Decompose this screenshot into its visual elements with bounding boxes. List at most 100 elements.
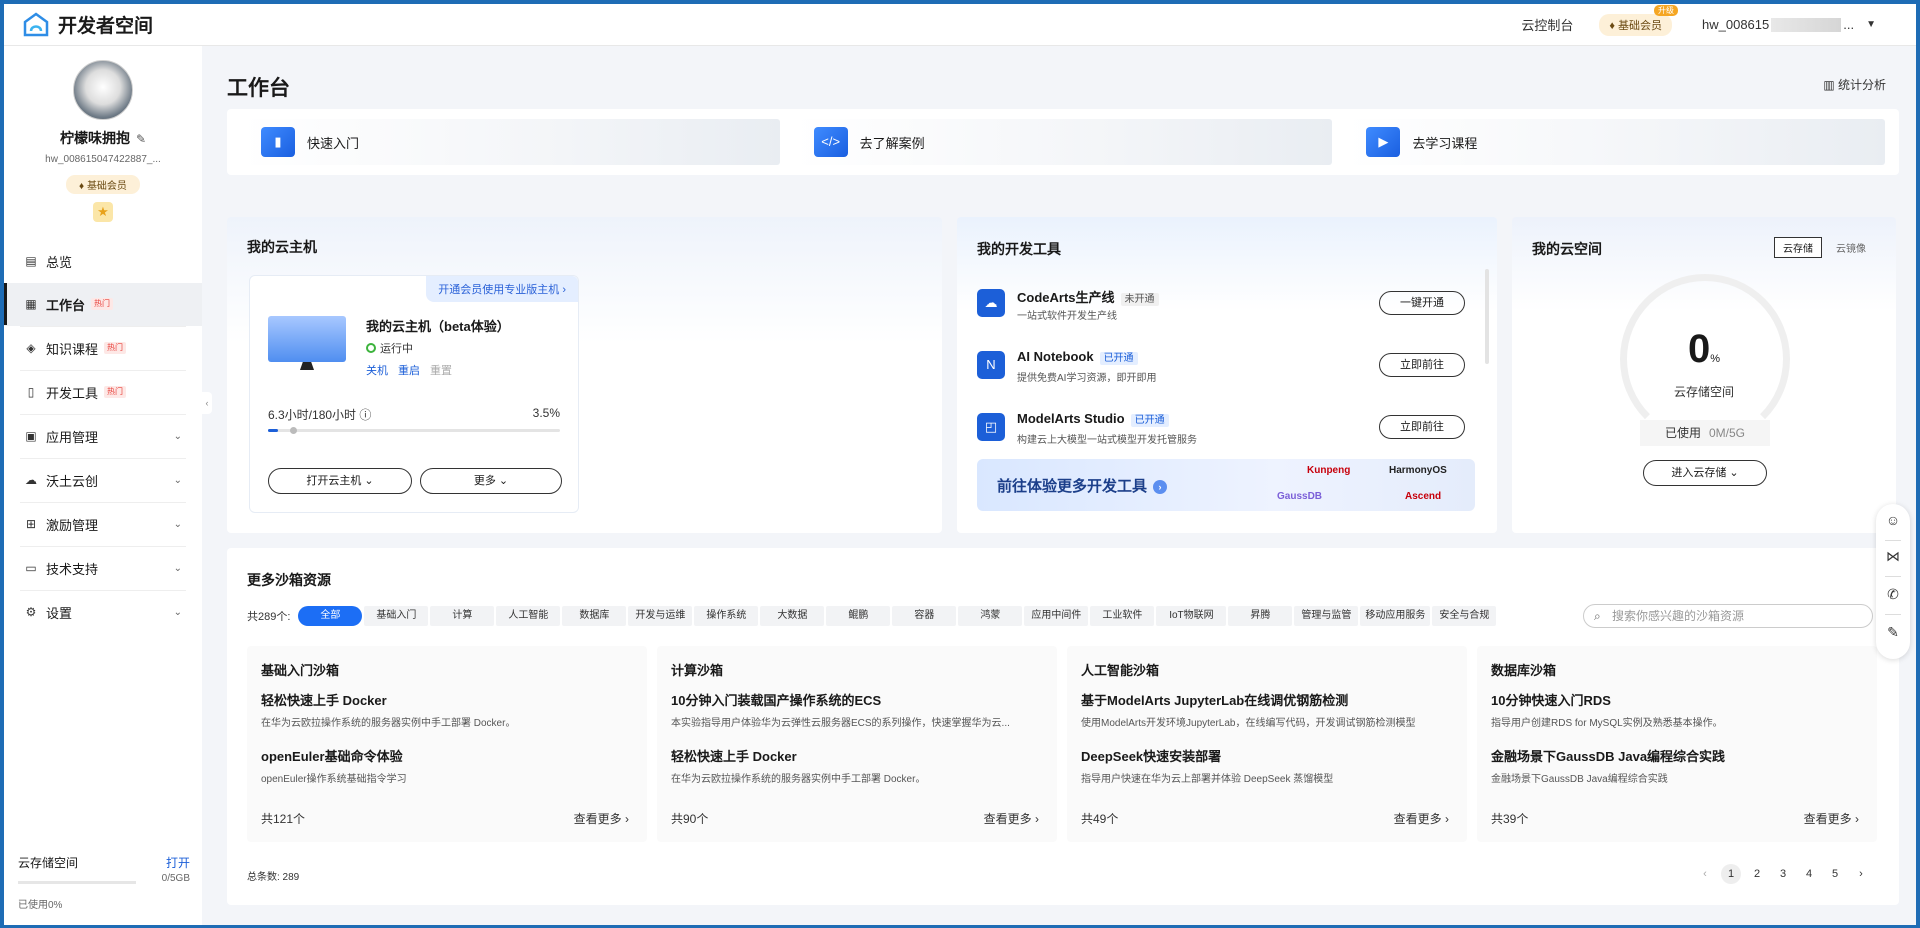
view-more-link[interactable]: 查看更多 › [1804, 810, 1859, 827]
codearts-icon: ☁ [977, 289, 1005, 317]
sandbox-item-link[interactable]: 10分钟入门装载国产操作系统的ECS [671, 690, 881, 709]
gauge-value: 0% [1512, 327, 1896, 372]
prev-page-icon[interactable]: ‹ [1695, 864, 1715, 884]
filter-chip[interactable]: 容器 [892, 606, 957, 626]
view-more-link[interactable]: 查看更多 › [984, 810, 1039, 827]
vm-usage-fill [268, 429, 279, 432]
sidebar-item-incentives[interactable]: ⊞ 激励管理 ⌄ [4, 503, 202, 546]
chevron-down-icon[interactable]: ▼ [1866, 19, 1876, 30]
enter-storage-button[interactable]: 进入云存储 ⌄ [1643, 460, 1767, 486]
nickname-text: 柠檬味拥抱 [59, 130, 130, 146]
notebook-icon: N [977, 351, 1005, 379]
tab-cloud-image[interactable]: 云镜像 [1836, 240, 1866, 255]
sidebar-item-overview[interactable]: ▤ 总览 [4, 240, 202, 283]
star-medal-icon[interactable]: ★ [93, 202, 113, 222]
help-icon[interactable]: ⓘ [359, 408, 371, 422]
filter-chip[interactable]: 昇腾 [1228, 606, 1293, 626]
page-number[interactable]: 3 [1773, 864, 1793, 884]
vm-more-button[interactable]: 更多 ⌄ [420, 468, 562, 494]
filter-chip[interactable]: 数据库 [562, 606, 627, 626]
sidebar-collapse-handle[interactable]: ‹ [202, 392, 212, 414]
gauge-number: 0 [1687, 327, 1711, 371]
sandbox-item-link[interactable]: DeepSeek快速安装部署 [1081, 746, 1221, 765]
hot-badge: 热门 [91, 298, 114, 310]
activate-button[interactable]: 一键开通 [1379, 291, 1465, 315]
sandbox-search-input[interactable]: ⌕ 搜索你感兴趣的沙箱资源 [1583, 604, 1873, 628]
tools-icon: ▯ [27, 385, 35, 399]
filter-chip[interactable]: 基础入门 [364, 606, 429, 626]
open-vm-button[interactable]: 打开云主机 ⌄ [268, 468, 412, 494]
sandbox-item-link[interactable]: 基于ModelArts JupyterLab在线调优钢筋检测 [1081, 690, 1348, 709]
filter-chip[interactable]: IoT物联网 [1156, 606, 1227, 626]
stats-link[interactable]: ▥ 统计分析 [1823, 76, 1886, 93]
sidebar-item-wotu[interactable]: ☁ 沃土云创 ⌄ [4, 459, 202, 502]
filter-chip[interactable]: 开发与运维 [628, 606, 693, 626]
page-number[interactable]: 1 [1721, 864, 1741, 884]
quick-link-cases[interactable]: </> 去了解案例 [793, 119, 1333, 165]
quick-link-start[interactable]: ▮ 快速入门 [241, 119, 780, 165]
chevron-down-icon: ⌄ [173, 518, 182, 530]
member-badge[interactable]: ♦ 基础会员 升级 [1599, 4, 1679, 36]
sidebar-item-workbench[interactable]: ▦ 工作台 热门 [4, 283, 202, 326]
sandbox-item-link[interactable]: 轻松快速上手 Docker [261, 690, 387, 709]
console-link[interactable]: 云控制台 [1521, 15, 1573, 34]
filter-chip[interactable]: 操作系统 [694, 606, 759, 626]
filter-chip[interactable]: 全部 [298, 606, 363, 626]
used-storage: 已使用 0M/5G [1640, 420, 1770, 446]
sandbox-item-link[interactable]: 10分钟快速入门RDS [1491, 690, 1611, 709]
go-button[interactable]: 立即前往 [1379, 353, 1465, 377]
sandbox-item-desc: 指导用户创建RDS for MySQL实例及熟悉基本操作。 [1491, 718, 1723, 729]
go-button[interactable]: 立即前往 [1379, 415, 1465, 439]
page-number[interactable]: 2 [1747, 864, 1767, 884]
sidebar-item-support[interactable]: ▭ 技术支持 ⌄ [4, 547, 202, 590]
harmonyos-logo: HarmonyOS [1389, 465, 1447, 476]
vm-restart-link[interactable]: 重启 [398, 365, 420, 377]
filter-chip[interactable]: 人工智能 [496, 606, 561, 626]
user-menu[interactable]: hw_008615... [1702, 17, 1854, 33]
view-more-link[interactable]: 查看更多 › [574, 810, 629, 827]
filter-chip[interactable]: 鲲鹏 [826, 606, 891, 626]
sandbox-category-card: 计算沙箱 10分钟入门装载国产操作系统的ECS 本实验指导用户体验华为云弹性云服务器… [657, 646, 1057, 842]
filter-chip[interactable]: 管理与监管 [1294, 606, 1359, 626]
tool-name: AI Notebook 已开通 [1017, 349, 1138, 365]
sidebar-item-settings[interactable]: ⚙ 设置 ⌄ [4, 591, 202, 634]
filter-chip[interactable]: 安全与合规 [1432, 606, 1497, 626]
page-number[interactable]: 4 [1799, 864, 1819, 884]
sidebar-item-app-management[interactable]: ▣ 应用管理 ⌄ [4, 415, 202, 458]
vm-shutdown-link[interactable]: 关机 [366, 365, 388, 377]
filter-chip[interactable]: 计算 [430, 606, 495, 626]
page-number[interactable]: 5 [1825, 864, 1845, 884]
share-icon[interactable]: ⋈ [1876, 548, 1910, 565]
status-badge: 已开通 [1099, 352, 1138, 365]
smile-icon[interactable]: ☺ [1876, 512, 1910, 528]
search-icon: ⌕ [1594, 609, 1601, 623]
tab-cloud-storage[interactable]: 云存储 [1774, 237, 1822, 258]
vm-promo-link[interactable]: 开通会员使用专业版主机 › [426, 276, 578, 302]
status-dot-icon [366, 343, 376, 353]
edit-icon[interactable]: ✎ [136, 132, 146, 146]
storage-widget: 云存储空间 打开 0/5GB 已使用0% [18, 854, 190, 911]
sandbox-item-link[interactable]: 金融场景下GaussDB Java编程综合实践 [1491, 746, 1725, 765]
feedback-icon[interactable]: ✎ [1876, 624, 1910, 641]
storage-open-link[interactable]: 打开 [166, 854, 190, 871]
avatar[interactable] [73, 60, 133, 120]
tools-scrollbar[interactable] [1485, 269, 1489, 364]
sidebar-item-devtools[interactable]: ▯ 开发工具 热门 [4, 371, 202, 414]
sandbox-panel: 更多沙箱资源 共289个: 全部 基础入门 计算 人工智能 数据库 开发与运维 操作系统 大数… [227, 548, 1899, 905]
quick-link-courses[interactable]: ▶ 去学习课程 [1346, 119, 1886, 165]
more-tools-banner[interactable]: 前往体验更多开发工具 › Kunpeng HarmonyOS GaussDB As… [977, 459, 1475, 511]
filter-chip[interactable]: 工业软件 [1090, 606, 1155, 626]
filter-chip[interactable]: 应用中间件 [1024, 606, 1089, 626]
sandbox-item-link[interactable]: 轻松快速上手 Docker [671, 746, 797, 765]
next-page-icon[interactable]: › [1851, 864, 1871, 884]
logo[interactable]: 开发者空间 [22, 11, 153, 39]
filter-chip[interactable]: 鸿蒙 [958, 606, 1023, 626]
sidebar-item-label: 技术支持 [46, 561, 99, 577]
phone-icon[interactable]: ✆ [1876, 586, 1910, 603]
filter-chip[interactable]: 移动应用服务 [1360, 606, 1431, 626]
view-more-link[interactable]: 查看更多 › [1394, 810, 1449, 827]
chevron-down-icon: ⌄ [173, 474, 182, 486]
sidebar-item-courses[interactable]: ◈ 知识课程 热门 [4, 327, 202, 370]
filter-chip[interactable]: 大数据 [760, 606, 825, 626]
sandbox-item-link[interactable]: openEuler基础命令体验 [261, 746, 403, 765]
